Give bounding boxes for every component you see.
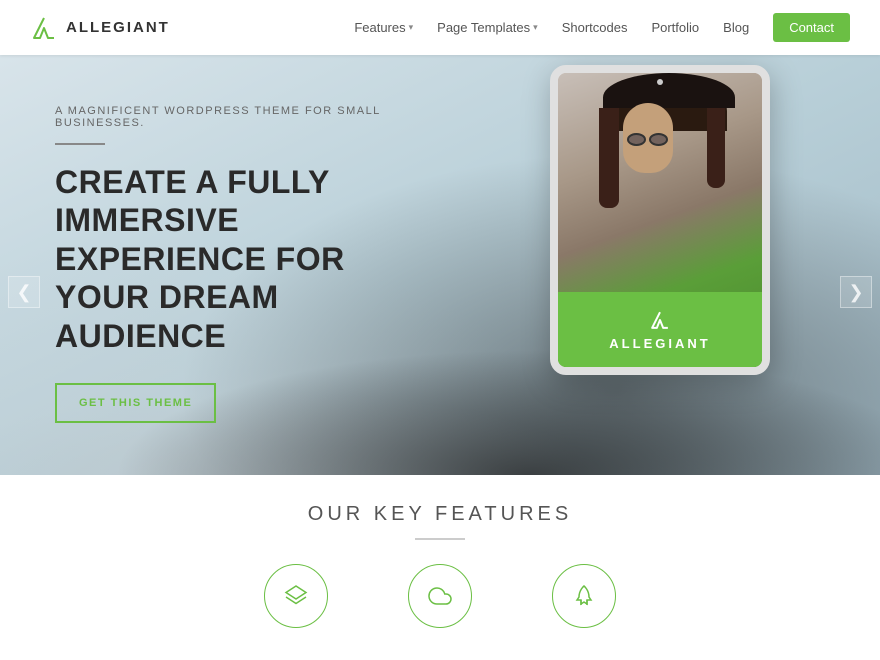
hero-subtitle: A Magnificent WordPress Theme for Small …	[55, 105, 435, 129]
tablet-logo-bar: ALLEGIANT	[558, 292, 762, 367]
get-theme-button[interactable]: GET THIS THEME	[55, 383, 216, 423]
nav-page-templates[interactable]: Page Templates ▾	[437, 20, 538, 35]
nav-portfolio[interactable]: Portfolio	[651, 20, 699, 35]
features-title: OUR KEY FEATURES	[308, 503, 572, 526]
features-caret: ▾	[409, 22, 414, 33]
hero-title: Create a Fully Immersive Experience for …	[55, 163, 435, 355]
nav-blog[interactable]: Blog	[723, 20, 749, 35]
slider-prev-button[interactable]: ❮	[8, 276, 40, 308]
tablet-outer: ALLEGIANT	[550, 65, 770, 375]
slider-next-button[interactable]: ❯	[840, 276, 872, 308]
layers-icon	[284, 584, 308, 608]
features-divider	[415, 538, 465, 540]
feature-cloud	[408, 564, 472, 628]
features-icons	[264, 564, 616, 628]
nav-links: Features ▾ Page Templates ▾ Shortcodes P…	[354, 13, 850, 42]
feature-layers	[264, 564, 328, 628]
logo-icon	[30, 14, 58, 42]
nav-shortcodes[interactable]: Shortcodes	[562, 20, 628, 35]
nav-contact-button[interactable]: Contact	[773, 13, 850, 42]
rocket-icon	[572, 584, 596, 608]
logo[interactable]: ALLEGIANT	[30, 14, 170, 42]
features-section: OUR KEY FEATURES	[0, 475, 880, 660]
tablet-screen: ALLEGIANT	[558, 73, 762, 367]
tablet-camera	[657, 79, 663, 85]
tablet-logo-text: ALLEGIANT	[609, 336, 710, 351]
hero-content: A Magnificent WordPress Theme for Small …	[55, 105, 435, 423]
tablet-logo-icon	[649, 309, 671, 331]
nav-features[interactable]: Features ▾	[354, 20, 413, 35]
tablet-mockup: ALLEGIANT	[550, 65, 770, 375]
navbar: ALLEGIANT Features ▾ Page Templates ▾ Sh…	[0, 0, 880, 55]
hero-section: A Magnificent WordPress Theme for Small …	[0, 55, 880, 475]
cloud-icon	[428, 584, 452, 608]
logo-text: ALLEGIANT	[66, 19, 170, 36]
templates-caret: ▾	[533, 22, 538, 33]
hero-divider	[55, 143, 105, 145]
feature-rocket	[552, 564, 616, 628]
